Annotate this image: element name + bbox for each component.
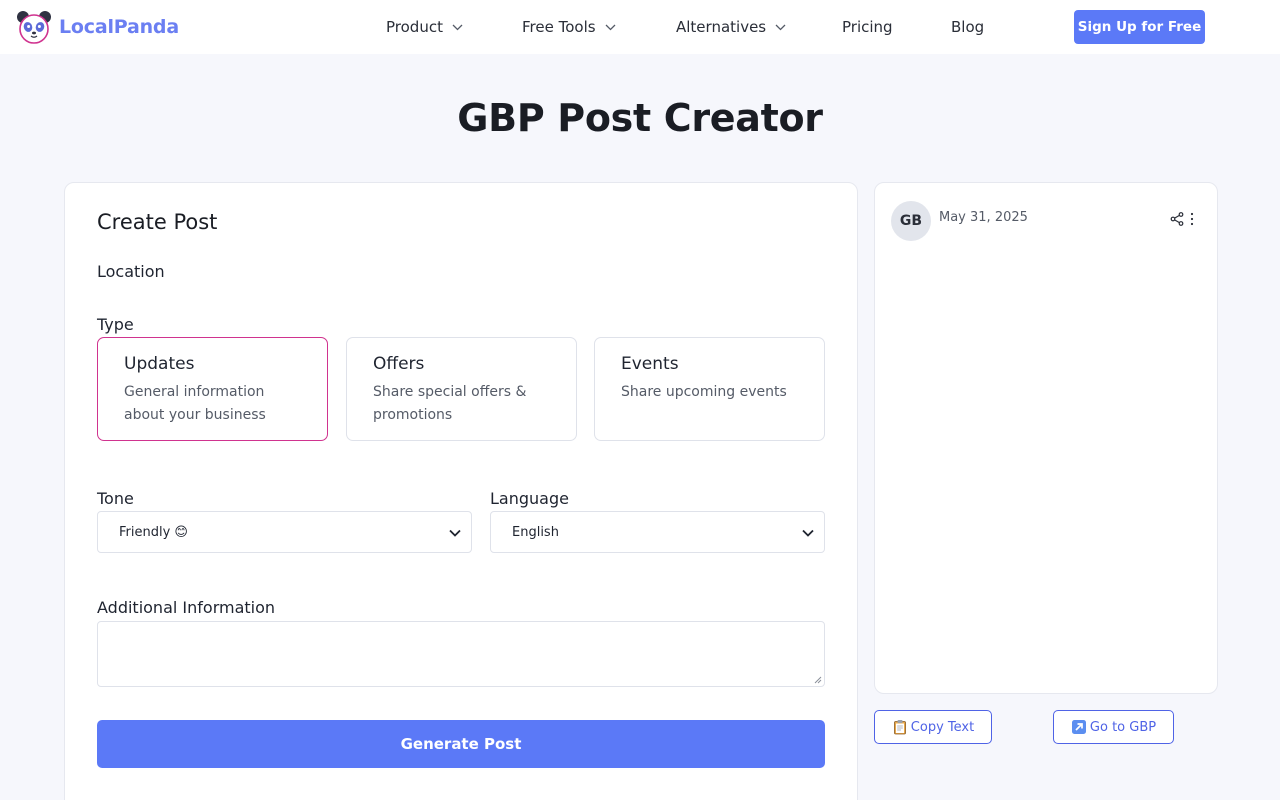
additional-information-textarea[interactable] xyxy=(97,621,825,687)
tone-label: Tone xyxy=(97,489,134,508)
create-post-card: Create Post Location Type Updates Genera… xyxy=(64,182,858,800)
create-post-heading: Create Post xyxy=(97,210,218,234)
nav-product[interactable]: Product xyxy=(386,0,463,54)
language-select[interactable]: English xyxy=(490,511,825,553)
type-label: Type xyxy=(97,315,134,334)
type-option-title: Events xyxy=(621,354,679,374)
select-arrow-icon xyxy=(802,529,814,537)
more-vertical-icon[interactable] xyxy=(1189,212,1195,226)
additional-information-label: Additional Information xyxy=(97,598,276,617)
type-option-title: Updates xyxy=(124,354,195,374)
nav-product-label: Product xyxy=(386,18,443,36)
resize-grip-icon[interactable] xyxy=(814,676,822,684)
chevron-down-icon xyxy=(605,24,616,30)
go-to-gbp-label: Go to GBP xyxy=(1089,719,1157,735)
nav-blog[interactable]: Blog xyxy=(951,0,984,54)
page-title: GBP Post Creator xyxy=(457,96,823,140)
nav-alternatives-label: Alternatives xyxy=(676,18,767,36)
sign-up-button[interactable]: Sign Up for Free xyxy=(1074,10,1205,44)
nav-blog-label: Blog xyxy=(951,18,985,36)
tone-select[interactable]: Friendly 😊 xyxy=(97,511,472,553)
tone-selected-value: Friendly 😊 xyxy=(119,524,188,540)
type-option-updates[interactable]: Updates General information about your b… xyxy=(97,337,328,441)
nav-free-tools-label: Free Tools xyxy=(522,18,596,36)
nav-free-tools[interactable]: Free Tools xyxy=(522,0,616,54)
type-option-events[interactable]: Events Share upcoming events xyxy=(594,337,825,441)
type-option-offers[interactable]: Offers Share special offers & promotions xyxy=(346,337,577,441)
copy-text-button[interactable]: Copy Text xyxy=(874,710,992,744)
type-option-description: Share upcoming events xyxy=(621,384,787,400)
brand-name: LocalPanda xyxy=(59,16,179,38)
nav-pricing-label: Pricing xyxy=(842,18,893,36)
panda-logo-icon xyxy=(17,11,51,44)
top-navigation-bar: LocalPanda Product Free Tools Alternativ… xyxy=(0,0,1280,54)
nav-pricing[interactable]: Pricing xyxy=(842,0,893,54)
generate-post-button[interactable]: Generate Post xyxy=(97,720,825,768)
go-to-gbp-button[interactable]: Go to GBP xyxy=(1053,710,1174,744)
type-option-title: Offers xyxy=(373,354,425,374)
avatar: GB xyxy=(891,201,931,241)
post-preview-card: GB May 31, 2025 xyxy=(874,182,1218,694)
language-selected-value: English xyxy=(512,524,559,540)
nav-alternatives[interactable]: Alternatives xyxy=(676,0,786,54)
post-date: May 31, 2025 xyxy=(939,210,1028,225)
location-label: Location xyxy=(97,262,165,281)
type-option-description: Share special offers & promotions xyxy=(373,384,527,423)
select-arrow-icon xyxy=(449,529,461,537)
type-option-description: General information about your business xyxy=(124,384,266,423)
chevron-down-icon xyxy=(775,24,786,30)
brand-logo[interactable]: LocalPanda xyxy=(16,10,179,44)
copy-text-label: Copy Text xyxy=(910,719,975,735)
clipboard-icon xyxy=(893,720,906,735)
share-icon[interactable] xyxy=(1170,212,1184,226)
chevron-down-icon xyxy=(452,24,463,30)
external-link-icon xyxy=(1071,720,1086,734)
language-label: Language xyxy=(490,489,569,508)
